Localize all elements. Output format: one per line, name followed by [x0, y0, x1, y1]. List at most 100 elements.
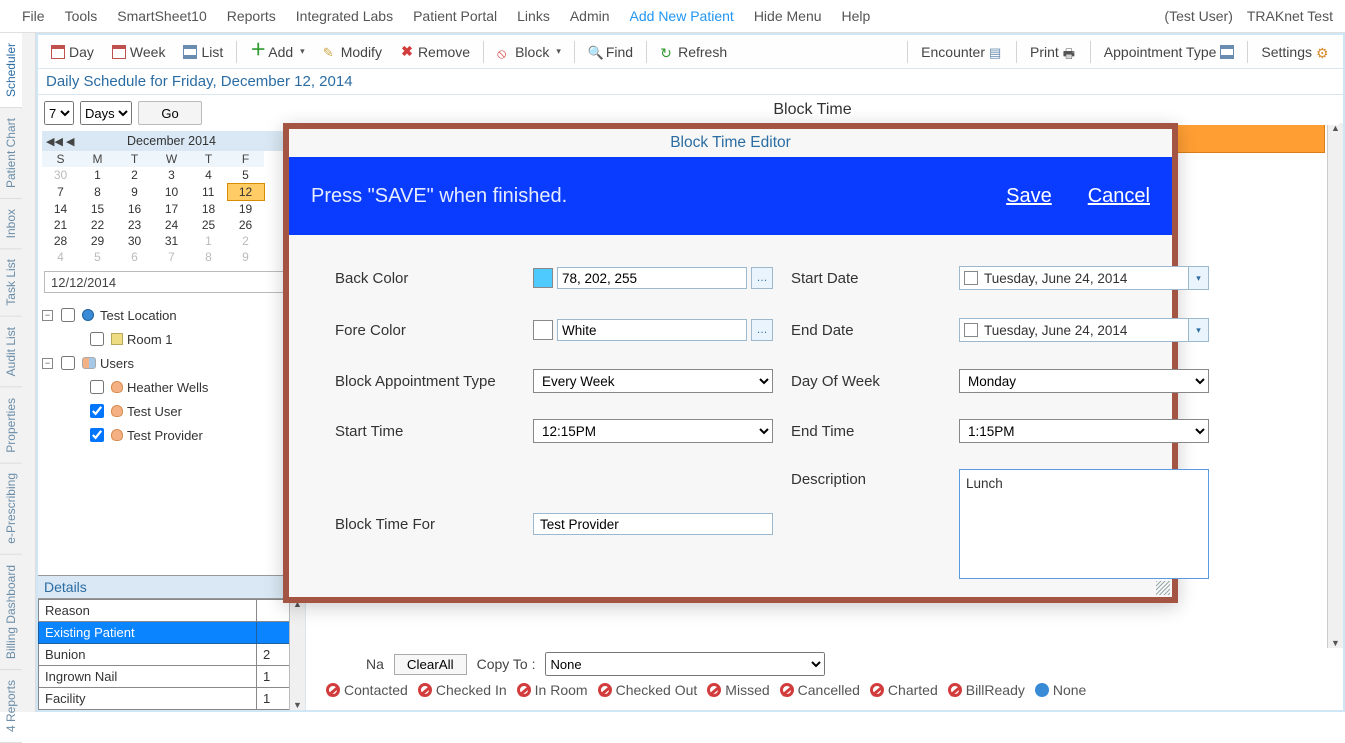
start-date-checkbox[interactable] — [964, 271, 978, 285]
expander-icon[interactable]: − — [42, 358, 53, 369]
tree-room-checkbox[interactable] — [90, 332, 104, 346]
toolbar-appointment-type[interactable]: Appointment Type — [1095, 40, 1244, 64]
side-tab-properties[interactable]: Properties — [0, 388, 22, 464]
menu-hide-menu[interactable]: Hide Menu — [744, 2, 832, 30]
fore-color-picker-button[interactable]: … — [751, 319, 773, 341]
details-row[interactable]: Facility1 — [39, 688, 305, 710]
side-tab-reports[interactable]: 4 Reports — [0, 670, 22, 743]
status-none[interactable]: None — [1035, 682, 1086, 698]
toolbar-remove[interactable]: ✖Remove — [391, 40, 479, 64]
side-tab-scheduler[interactable]: Scheduler — [0, 33, 22, 108]
fore-color-input[interactable] — [557, 319, 747, 341]
status-contacted[interactable]: Contacted — [326, 682, 408, 698]
save-button[interactable]: Save — [1006, 185, 1052, 208]
tree-user-row[interactable]: Test User — [42, 399, 301, 423]
details-title: Details — [38, 576, 305, 599]
toolbar-encounter[interactable]: Encounter▤ — [912, 40, 1012, 64]
side-tab-eprescribing[interactable]: e-Prescribing — [0, 463, 22, 555]
status-checked-out[interactable]: Checked Out — [598, 682, 698, 698]
copy-to-select[interactable]: None — [545, 652, 825, 676]
end-date-field[interactable]: Tuesday, June 24, 2014 ▾ — [959, 318, 1209, 342]
cal-grid[interactable]: SMTWTFS 30123456 78910111213 14151617181… — [42, 151, 301, 265]
menu-smartsheet[interactable]: SmartSheet10 — [107, 2, 217, 30]
tree-users-row[interactable]: − Users — [42, 351, 301, 375]
status-in-room[interactable]: In Room — [517, 682, 588, 698]
tree-user-row[interactable]: Test Provider — [42, 423, 301, 447]
toolbar-find[interactable]: 🔍Find — [579, 40, 642, 64]
tree-user-checkbox[interactable] — [90, 428, 104, 442]
nav-unit-select[interactable]: Days — [80, 101, 132, 125]
fore-color-field[interactable]: … — [533, 317, 773, 343]
back-color-swatch — [533, 268, 553, 288]
toolbar-list[interactable]: List — [174, 40, 232, 64]
details-row[interactable]: Ingrown Nail1 — [39, 666, 305, 688]
side-tab-billing-dashboard[interactable]: Billing Dashboard — [0, 555, 22, 670]
menu-integrated-labs[interactable]: Integrated Labs — [286, 2, 403, 30]
menu-admin[interactable]: Admin — [560, 2, 620, 30]
description-textarea[interactable] — [959, 469, 1209, 579]
current-date-field[interactable]: 12/12/2014 — [44, 271, 299, 293]
menu-tools[interactable]: Tools — [55, 2, 108, 30]
end-time-select[interactable]: 1:15PM — [959, 419, 1209, 443]
tree-user-checkbox[interactable] — [90, 380, 104, 394]
toolbar-refresh[interactable]: ↻Refresh — [651, 40, 736, 64]
menu-reports[interactable]: Reports — [217, 2, 286, 30]
menu-patient-portal[interactable]: Patient Portal — [403, 2, 507, 30]
day-of-week-select[interactable]: Monday — [959, 369, 1209, 393]
tree-location-checkbox[interactable] — [61, 308, 75, 322]
toolbar-settings[interactable]: Settings⚙ — [1252, 40, 1339, 64]
menu-links[interactable]: Links — [507, 2, 560, 30]
start-date-field[interactable]: Tuesday, June 24, 2014 ▾ — [959, 266, 1209, 290]
toolbar-block[interactable]: ⦸Block▾ — [488, 40, 570, 64]
block-type-select[interactable]: Every Week — [533, 369, 773, 393]
schedule-footer: Na ClearAll Copy To : None Contacted Che… — [306, 648, 1343, 710]
back-color-field[interactable]: … — [533, 265, 773, 291]
toolbar-modify[interactable]: ✎Modify — [314, 40, 391, 64]
toolbar-day[interactable]: Day — [42, 40, 103, 64]
side-tab-inbox[interactable]: Inbox — [0, 199, 22, 249]
end-date-checkbox[interactable] — [964, 323, 978, 337]
menu-file[interactable]: File — [12, 2, 55, 30]
status-billready[interactable]: BillReady — [948, 682, 1025, 698]
back-color-picker-button[interactable]: … — [751, 267, 773, 289]
start-time-select[interactable]: 12:15PM — [533, 419, 773, 443]
nav-count-select[interactable]: 7 — [44, 101, 74, 125]
tree-user-checkbox[interactable] — [90, 404, 104, 418]
toolbar-week[interactable]: Week — [103, 40, 175, 64]
menu-add-new-patient[interactable]: Add New Patient — [620, 2, 744, 30]
status-cancelled[interactable]: Cancelled — [780, 682, 860, 698]
menu-help[interactable]: Help — [832, 2, 881, 30]
status-icon — [948, 683, 962, 697]
resize-grip-icon[interactable] — [1156, 581, 1170, 595]
status-missed[interactable]: Missed — [707, 682, 769, 698]
details-scrollbar[interactable]: ▲▼ — [289, 599, 305, 710]
cancel-button[interactable]: Cancel — [1088, 185, 1150, 208]
status-checked-in[interactable]: Checked In — [418, 682, 507, 698]
back-color-input[interactable] — [557, 267, 747, 289]
details-row-selected[interactable]: Existing Patient — [39, 622, 305, 644]
toolbar-add[interactable]: ＋Add▾ — [241, 40, 313, 64]
cal-prev-icon[interactable]: ◀◀ ◀ — [46, 135, 74, 148]
tree-location-row[interactable]: − Test Location — [42, 303, 301, 327]
tree-user-row[interactable]: Heather Wells — [42, 375, 301, 399]
side-tab-task-list[interactable]: Task List — [0, 249, 22, 317]
side-tab-patient-chart[interactable]: Patient Chart — [0, 108, 22, 199]
block-for-input[interactable] — [533, 513, 773, 535]
end-date-label: End Date — [791, 322, 941, 339]
schedule-scrollbar[interactable]: ▲▼ — [1327, 123, 1343, 648]
side-tab-audit-list[interactable]: Audit List — [0, 317, 22, 387]
tree-room-row[interactable]: Room 1 — [42, 327, 301, 351]
clear-all-button[interactable]: ClearAll — [394, 654, 467, 675]
print-icon: 🖶 — [1063, 45, 1077, 59]
nav-go-button[interactable]: Go — [138, 101, 202, 125]
status-charted[interactable]: Charted — [870, 682, 938, 698]
tree-users-checkbox[interactable] — [61, 356, 75, 370]
block-icon: ⦸ — [497, 45, 511, 59]
toolbar-print[interactable]: Print🖶 — [1021, 40, 1086, 64]
mini-calendar[interactable]: ◀◀ ◀ December 2014 ▶ SMTWTFS 30123456 78… — [38, 131, 305, 265]
chevron-down-icon[interactable]: ▾ — [1188, 319, 1208, 341]
details-row[interactable]: Bunion2 — [39, 644, 305, 666]
expander-icon[interactable]: − — [42, 310, 53, 321]
chevron-down-icon[interactable]: ▾ — [1188, 267, 1208, 289]
details-row[interactable]: Reason — [39, 600, 305, 622]
